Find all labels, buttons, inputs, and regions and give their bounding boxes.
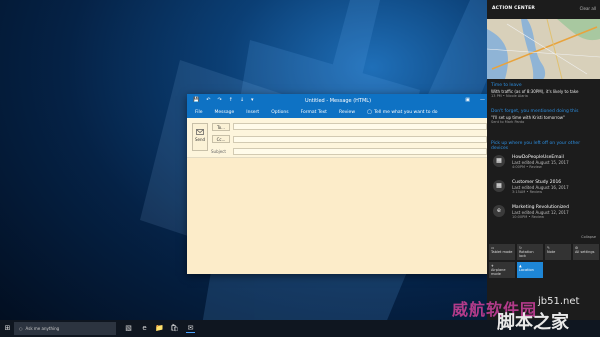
airplane-mode-tile[interactable]: ✈ Airplane mode bbox=[489, 262, 515, 278]
watermark-bottom: 脚本之家 bbox=[497, 312, 569, 333]
doc-meta: 10:00PM • Review bbox=[512, 215, 544, 219]
tablet-mode-tile[interactable]: ▭ Tablet mode bbox=[489, 244, 515, 260]
notification-heading: Time to leave bbox=[491, 83, 522, 88]
pick-up-heading-block: Pick up where you left off on your other… bbox=[491, 141, 595, 152]
send-icon bbox=[196, 129, 204, 135]
window-title-bar[interactable]: 💾 ↶ ↷ ↑ ↓ ▾ Untitled - Message (HTML) ▣ … bbox=[187, 94, 489, 107]
clear-all-link[interactable]: Clear all bbox=[580, 6, 596, 11]
tab-insert[interactable]: Insert bbox=[246, 110, 259, 115]
to-field[interactable] bbox=[233, 123, 487, 130]
file-explorer-icon[interactable]: 📁 bbox=[155, 324, 164, 333]
windows-start-icon[interactable]: ⊞ bbox=[3, 324, 12, 333]
doc-meta: 3:15AM • Review bbox=[512, 190, 543, 194]
tile-label: Rotation lock bbox=[519, 250, 534, 258]
send-button[interactable]: Send bbox=[192, 123, 208, 151]
minimize-button[interactable]: — bbox=[480, 97, 485, 103]
notification-item[interactable]: Don't forget, you mentioned doing this "… bbox=[491, 109, 595, 124]
notification-heading: Don't forget, you mentioned doing this bbox=[491, 109, 579, 114]
tab-review[interactable]: Review bbox=[339, 110, 355, 115]
outlook-icon[interactable]: ✉ bbox=[186, 324, 195, 333]
cc-button[interactable]: Cc... bbox=[212, 135, 230, 143]
doc-icon: ▦ bbox=[493, 180, 505, 192]
pick-up-heading: Pick up where you left off on your other… bbox=[491, 141, 581, 151]
tile-label: All settings bbox=[575, 250, 595, 254]
action-center-panel: ACTION CENTER Clear all Time to leave Wi… bbox=[487, 0, 600, 320]
map-graphic bbox=[487, 19, 600, 79]
action-center-title: ACTION CENTER bbox=[492, 6, 536, 11]
ribbon-tabs: File Message Insert Options Format Text … bbox=[187, 107, 489, 118]
notification-meta: 13 PM • Nicole Alaria bbox=[491, 94, 528, 98]
doc-meta: 4:00PM • Review bbox=[512, 165, 542, 169]
to-button[interactable]: To... bbox=[212, 123, 230, 131]
notification-item[interactable]: Time to leave With traffic (as of 8:30PM… bbox=[491, 83, 595, 98]
watermark-right: jb51.net bbox=[538, 296, 580, 307]
tile-label: Tablet mode bbox=[491, 250, 513, 254]
recent-doc-item[interactable]: ▦ Customer Study 2016 Last edited August… bbox=[490, 178, 596, 200]
store-icon[interactable]: 🛍 bbox=[170, 324, 179, 333]
rotation-lock-tile[interactable]: ↻ Rotation lock bbox=[517, 244, 543, 260]
tile-label: Location bbox=[519, 268, 534, 272]
task-view-icon[interactable]: ▧ bbox=[124, 324, 133, 333]
location-tile[interactable]: ▲ Location bbox=[517, 262, 543, 278]
tab-file[interactable]: File bbox=[195, 110, 203, 115]
message-body[interactable] bbox=[187, 158, 489, 274]
notification-meta: Sent to Mark Pardo bbox=[491, 120, 525, 124]
ribbon-display-icon[interactable]: ▣ bbox=[465, 97, 470, 103]
tab-message[interactable]: Message bbox=[215, 110, 235, 115]
tell-me-text: Tell me what you want to do bbox=[374, 110, 438, 115]
compose-header: Send To... Cc... Subject bbox=[187, 118, 489, 158]
recent-doc-item[interactable]: ▦ HowDoPeopleUseEmail Last edited August… bbox=[490, 153, 596, 175]
tab-format-text[interactable]: Format Text bbox=[301, 110, 327, 115]
subject-field[interactable] bbox=[233, 148, 487, 155]
cortana-icon: ○ bbox=[19, 326, 23, 331]
tile-label: Note bbox=[547, 250, 556, 254]
note-tile[interactable]: ✎ Note bbox=[545, 244, 571, 260]
lightbulb-icon: ◯ bbox=[367, 110, 373, 115]
window-controls: ▣ — bbox=[465, 97, 485, 103]
tell-me-box[interactable]: ◯ Tell me what you want to do bbox=[367, 110, 438, 115]
all-settings-tile[interactable]: ⚙ All settings bbox=[573, 244, 599, 260]
edge-icon[interactable]: e bbox=[140, 324, 149, 333]
outlook-compose-window[interactable]: 💾 ↶ ↷ ↑ ↓ ▾ Untitled - Message (HTML) ▣ … bbox=[187, 94, 489, 274]
edge-icon: e bbox=[493, 205, 505, 217]
tile-label: Airplane mode bbox=[491, 268, 506, 276]
tab-options[interactable]: Options bbox=[271, 110, 288, 115]
window-title: Untitled - Message (HTML) bbox=[304, 98, 372, 104]
cc-field[interactable] bbox=[233, 136, 487, 143]
search-placeholder: Ask me anything bbox=[25, 326, 60, 331]
cortana-search-box[interactable]: ○ Ask me anything bbox=[14, 322, 116, 335]
send-label: Send bbox=[194, 137, 206, 142]
traffic-map-image[interactable] bbox=[487, 19, 600, 79]
recent-doc-item[interactable]: e Marketing Revolutionized Last edited A… bbox=[490, 203, 596, 225]
doc-icon: ▦ bbox=[493, 155, 505, 167]
subject-label: Subject bbox=[211, 149, 226, 154]
collapse-link[interactable]: Collapse bbox=[581, 235, 596, 239]
